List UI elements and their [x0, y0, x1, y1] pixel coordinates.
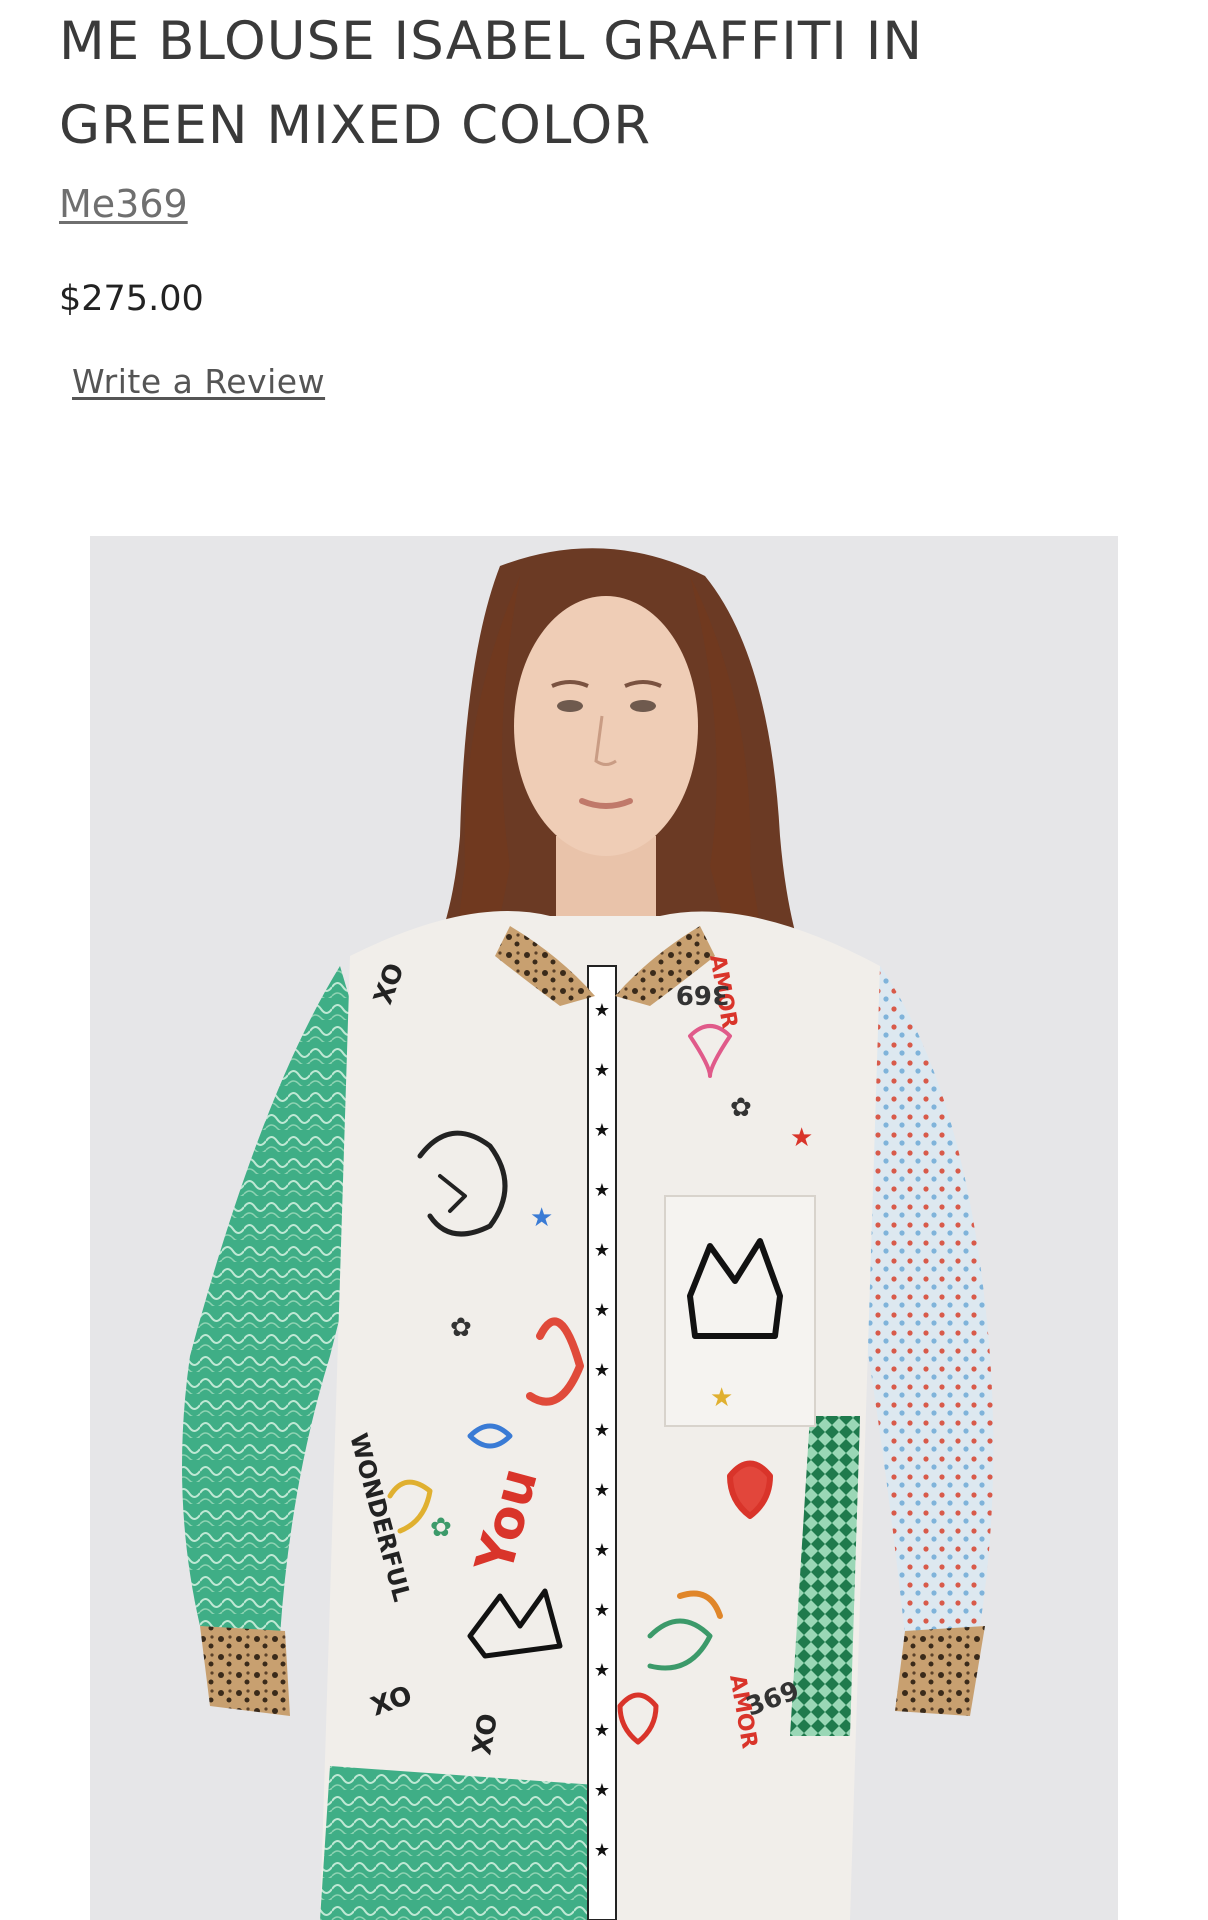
svg-text:★: ★	[594, 1240, 610, 1261]
svg-text:369: 369	[676, 979, 730, 1009]
svg-text:★: ★	[530, 1203, 553, 1233]
product-title: ME BLOUSE ISABEL GRAFFITI IN GREEN MIXED…	[59, 0, 1139, 168]
svg-text:★: ★	[594, 1060, 610, 1081]
product-title-line-1: ME BLOUSE ISABEL GRAFFITI IN	[59, 11, 924, 72]
svg-text:★: ★	[594, 1360, 610, 1381]
vendor-link[interactable]: Me369	[59, 180, 188, 228]
svg-text:★: ★	[594, 1000, 610, 1021]
svg-text:★: ★	[594, 1840, 610, 1861]
product-title-line-2: GREEN MIXED COLOR	[59, 95, 652, 156]
write-review-link[interactable]: Write a Review	[72, 360, 325, 404]
svg-text:★: ★	[594, 1720, 610, 1741]
svg-text:★: ★	[594, 1420, 610, 1441]
svg-text:★: ★	[594, 1300, 610, 1321]
svg-text:★: ★	[790, 1123, 813, 1153]
svg-text:★: ★	[710, 1383, 733, 1413]
svg-text:★: ★	[594, 1180, 610, 1201]
svg-text:★: ★	[594, 1120, 610, 1141]
svg-text:★: ★	[594, 1600, 610, 1621]
svg-text:✿: ✿	[730, 1093, 752, 1123]
svg-text:★: ★	[594, 1660, 610, 1681]
svg-text:✿: ✿	[430, 1513, 452, 1543]
svg-text:✿: ✿	[450, 1313, 472, 1343]
svg-text:★: ★	[594, 1480, 610, 1501]
svg-text:★: ★	[594, 1540, 610, 1561]
product-image[interactable]: ★ ★ ★ ★ ★ ★ ★ ★ ★ ★ ★ ★ ★ ★ ★ XO XO XO A…	[90, 536, 1118, 1920]
svg-text:★: ★	[594, 1780, 610, 1801]
product-photo-illustration: ★ ★ ★ ★ ★ ★ ★ ★ ★ ★ ★ ★ ★ ★ ★ XO XO XO A…	[90, 536, 1118, 1920]
product-price: $275.00	[59, 279, 204, 319]
